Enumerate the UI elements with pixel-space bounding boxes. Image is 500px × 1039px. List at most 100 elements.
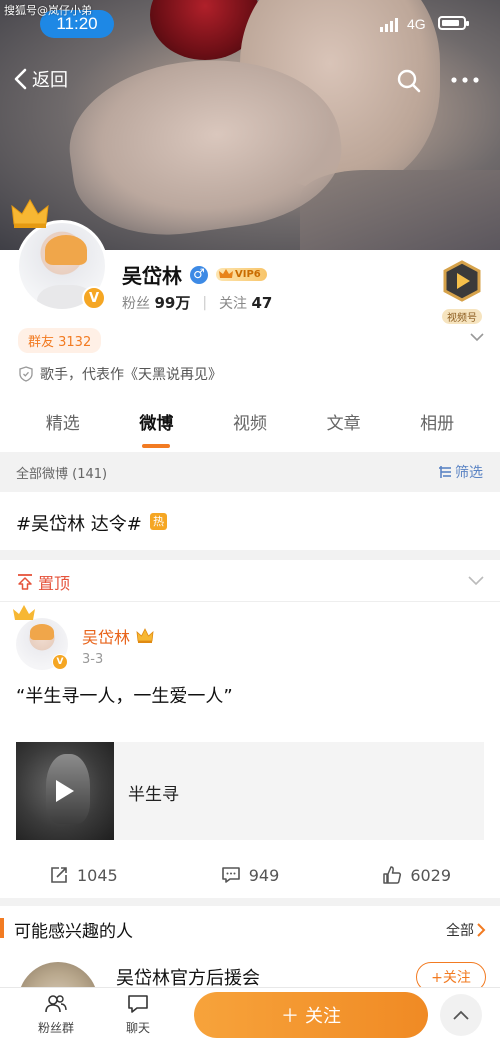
back-label: 返回 [32,70,68,91]
following-count: 47 [251,293,273,312]
verified-badge: V [52,654,68,670]
vip-crown-icon [136,628,154,643]
chat-button[interactable]: 聊天 [108,992,168,1036]
crown-icon [13,605,35,620]
hashtag-text: #吴岱林 达令# [16,514,142,535]
pinned-label-group: 置顶 [16,570,70,594]
network-type: 4G [407,16,426,32]
post-author[interactable]: 吴岱林 [82,624,154,648]
fan-group-chip[interactable]: 群友 3132 [18,328,102,353]
repost-count: 1045 [76,865,118,885]
profile-name: 吴岱林 [122,264,182,288]
intro-text: 歌手，代表作《天黑说再见》 [40,367,222,383]
filter-bar: 全部微博 (141) 筛选 [0,452,500,492]
profile-avatar[interactable]: V [11,198,108,312]
back-button[interactable]: 返回 [12,66,68,92]
search-icon[interactable] [396,68,422,94]
chat-label: 聊天 [125,1021,150,1035]
post-date: 3-3 [82,652,104,667]
chevron-right-icon [477,923,486,937]
tab-video[interactable]: 视频 [215,390,285,452]
vip-crown-icon [219,269,233,278]
crown-icon [11,198,49,228]
tab-label: 文章 [326,413,361,434]
active-tab-indicator [142,444,171,448]
post-actions: 1045 949 6029 [0,860,500,890]
see-all-link[interactable]: 全部 [446,920,486,940]
chevron-up-icon [453,1010,469,1020]
profile-card: V 吴岱林 ♂ VIP6 粉丝 99万 | 关注 47 视频号 群友 3132 … [0,198,500,390]
shield-icon [19,366,33,382]
pin-top-icon [18,574,32,590]
pinned-post[interactable]: V 吴岱林 3-3 “半生寻一人，一生爱一人” 半生寻 1045 949 602… [0,602,500,898]
male-icon: ♂ [190,265,208,284]
video-channel-button[interactable]: 视频号 [434,260,490,324]
top-nav: 返回 [0,64,500,98]
comment-button[interactable]: 949 [167,860,334,890]
tab-label: 相册 [420,413,455,434]
chevron-down-icon[interactable] [470,332,484,342]
like-button[interactable]: 6029 [333,860,500,890]
comment-count: 949 [248,865,280,885]
tab-album[interactable]: 相册 [402,390,472,452]
play-icon[interactable] [54,778,76,804]
tab-featured[interactable]: 精选 [28,390,98,452]
following-label: 关注 [219,295,248,312]
profile-stats: 粉丝 99万 | 关注 47 [122,292,272,313]
music-card[interactable]: 半生寻 [16,742,484,840]
follow-label: 关注 [305,1006,341,1027]
verified-badge: V [82,286,106,310]
chevron-down-icon[interactable] [468,576,484,586]
recommendations-heading: 可能感兴趣的人 [14,922,133,942]
see-all-label: 全部 [446,923,474,939]
thumbs-up-icon [383,866,402,884]
scroll-top-button[interactable] [440,994,482,1036]
bottom-action-bar: 粉丝群 聊天 ＋ 关注 [0,987,500,1039]
repost-icon [51,867,67,883]
repost-button[interactable]: 1045 [0,860,167,890]
filter-icon [439,466,451,478]
post-text: “半生寻一人，一生爱一人” [16,686,233,707]
fans-count: 99万 [154,294,191,312]
follow-button[interactable]: ＋ 关注 [194,992,428,1038]
tab-articles[interactable]: 文章 [309,390,379,452]
chevron-left-icon [14,68,27,90]
following-stat[interactable]: 关注 47 [219,293,272,313]
fans-label: 粉丝 [122,296,150,312]
video-channel-icon [443,260,481,302]
fans-group-button[interactable]: 粉丝群 [26,992,86,1036]
filter-label: 筛选 [455,465,483,481]
hot-badge: 热 [150,513,167,530]
music-title: 半生寻 [128,785,179,805]
more-icon[interactable] [450,74,480,86]
group-icon [45,995,67,1013]
tab-weibo[interactable]: 微博 [121,390,191,452]
section-accent-bar [0,918,4,938]
fans-group-label: 粉丝群 [37,1021,74,1035]
all-weibo-count: 全部微博 (141) [16,467,108,482]
post-avatar[interactable]: V [13,605,68,670]
battery-icon [438,16,469,30]
tab-label: 视频 [232,413,267,434]
profile-tabs: 精选 微博 视频 文章 相册 [0,390,500,452]
video-channel-label: 视频号 [442,309,482,324]
name-row: 吴岱林 ♂ VIP6 [122,260,267,289]
hashtag-row[interactable]: #吴岱林 达令# 热 [0,492,500,550]
pinned-header[interactable]: 置顶 [0,560,500,602]
like-count: 6029 [410,865,452,885]
plus-icon: ＋ [281,1006,299,1027]
fans-stat[interactable]: 粉丝 99万 [122,292,190,313]
chat-icon [128,995,148,1013]
profile-intro: 歌手，代表作《天黑说再见》 [18,364,222,384]
filter-button[interactable]: 筛选 [438,462,483,482]
stats-divider: | [202,294,208,311]
vip-label: VIP6 [235,269,261,280]
vip-badge[interactable]: VIP6 [216,268,267,281]
comment-icon [221,867,240,883]
pinned-label: 置顶 [38,574,71,593]
post-author-name: 吴岱林 [82,628,131,647]
signal-icon [380,18,398,32]
watermark: 搜狐号@岚仔小弟 [4,4,92,17]
tab-label: 精选 [45,413,80,434]
tab-label: 微博 [139,413,174,434]
